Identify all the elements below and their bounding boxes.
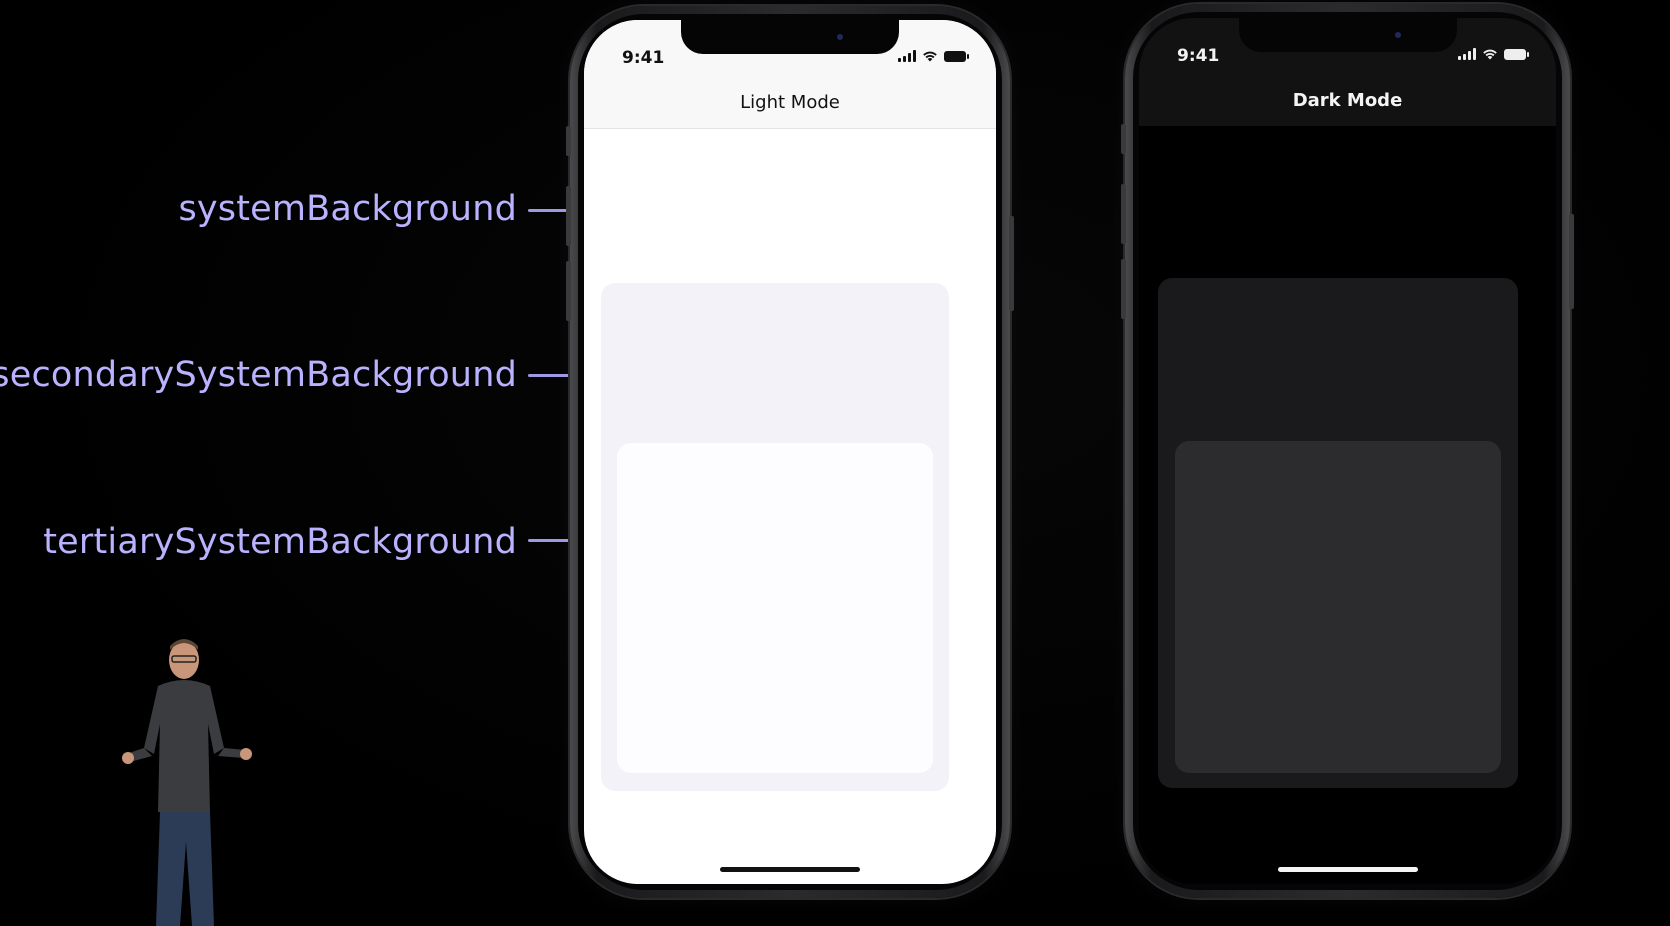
notch [1238,18,1457,52]
power-button [1009,216,1014,311]
camera-icon [1394,32,1401,38]
presenter-figure [122,639,252,926]
cellular-signal-icon [898,50,916,62]
notch [681,20,899,54]
screen-light: 9:41 Light Mode [584,20,996,884]
status-icons [1458,48,1529,60]
label-system-background: systemBackground [178,189,517,229]
label-secondary-system-background: secondarySystemBackground [0,355,517,395]
volume-down-button [1121,259,1126,319]
nav-title: Light Mode [740,92,840,113]
screen-dark: 9:41 Dark Mode [1139,18,1556,884]
mute-switch [1121,124,1126,154]
tertiary-background-panel [617,443,933,773]
volume-up-button [1121,184,1126,244]
home-indicator[interactable] [720,867,860,872]
wifi-icon [923,51,937,62]
home-indicator[interactable] [1277,867,1418,872]
phone-dark-mode: 9:41 Dark Mode [1121,4,1574,898]
mute-switch [566,126,571,156]
volume-down-button [566,261,571,321]
camera-icon [837,34,843,40]
status-time: 9:41 [622,48,665,68]
wifi-icon [1483,49,1497,60]
battery-icon [944,51,969,62]
label-tertiary-system-background: tertiarySystemBackground [43,522,517,562]
phone-light-mode: 9:41 Light Mode [566,6,1014,898]
power-button [1569,214,1574,309]
volume-up-button [566,186,571,246]
status-time: 9:41 [1177,46,1220,66]
status-icons [898,50,969,62]
cellular-signal-icon [1458,48,1476,60]
battery-icon [1504,49,1529,60]
nav-title: Dark Mode [1292,90,1403,111]
tertiary-background-panel [1175,441,1501,773]
presentation-stage: systemBackground secondarySystemBackgrou… [0,0,1670,926]
